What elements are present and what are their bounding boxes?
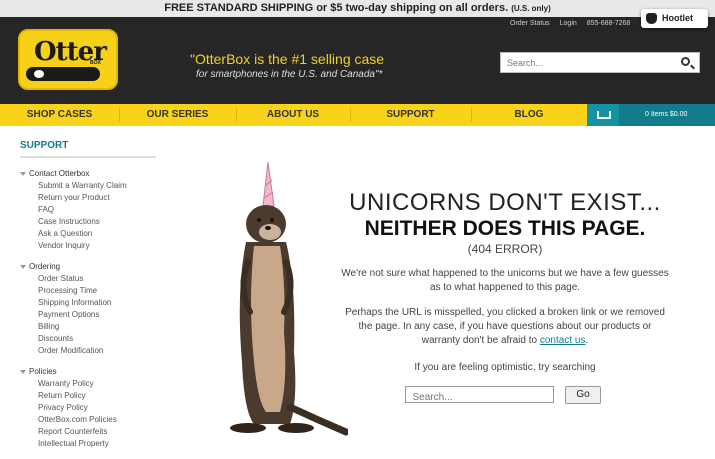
sidebar-item-report-counterfeits[interactable]: Report Counterfeits — [20, 426, 127, 438]
error-heading-page: NEITHER DOES THIS PAGE. — [364, 217, 646, 240]
cart-button[interactable]: 0 Items $0.00 — [587, 104, 715, 126]
sidebar-item-billing[interactable]: Billing — [20, 321, 127, 333]
sidebar-group-policies: Policies Warranty Policy Return Policy P… — [20, 366, 127, 450]
sidebar-divider — [20, 156, 156, 158]
sidebar-item-vendor-inquiry[interactable]: Vendor Inquiry — [20, 240, 127, 252]
error-paragraph-2-text: Perhaps the URL is misspelled, you click… — [345, 307, 665, 346]
login-link[interactable]: Login — [560, 20, 577, 27]
logo-box-text: BOX — [90, 60, 101, 66]
phone-number: 855-688-7268 — [586, 20, 631, 27]
hootlet-button[interactable]: Hootlet — [641, 9, 708, 28]
error-paragraph-2-end: . — [585, 335, 589, 346]
sidebar-item-order-status[interactable]: Order Status — [20, 273, 127, 285]
tagline: "OtterBox is the #1 selling case for sma… — [190, 51, 384, 80]
sidebar-group-contact: Contact Otterbox Submit a Warranty Claim… — [20, 168, 127, 252]
error-search-row: Go — [405, 386, 605, 405]
nav-shop-cases[interactable]: SHOP CASES — [0, 104, 119, 126]
contact-us-link[interactable]: contact us — [540, 335, 586, 346]
order-status-link[interactable]: Order Status — [510, 20, 550, 27]
sidebar-group-title[interactable]: Ordering — [20, 261, 127, 273]
owl-icon — [646, 13, 657, 24]
otterbox-logo[interactable]: Otter BOX — [18, 29, 118, 90]
hootlet-label: Hootlet — [662, 13, 693, 23]
tagline-sub: for smartphones in the U.S. and Canada"* — [196, 69, 383, 80]
sidebar-item-warranty-policy[interactable]: Warranty Policy — [20, 378, 127, 390]
sidebar-title: SUPPORT — [20, 140, 69, 151]
sidebar-item-payment-options[interactable]: Payment Options — [20, 309, 127, 321]
cart-icon — [587, 104, 619, 126]
utility-links: Order Status Login 855-688-7268 — [510, 20, 638, 27]
error-heading-unicorns: UNICORNS DON'T EXIST... — [349, 189, 661, 216]
error-paragraph-2: Perhaps the URL is misspelled, you click… — [340, 306, 670, 348]
header-search — [500, 52, 700, 73]
sidebar-item-ask-question[interactable]: Ask a Question — [20, 228, 127, 240]
error-search-box — [405, 386, 554, 405]
search-icon[interactable] — [681, 57, 690, 66]
error-search-input[interactable] — [409, 390, 550, 405]
nav-our-series[interactable]: OUR SERIES — [119, 104, 236, 126]
sidebar-item-shipping-info[interactable]: Shipping Information — [20, 297, 127, 309]
sidebar-item-case-instructions[interactable]: Case Instructions — [20, 216, 127, 228]
sidebar-group-title[interactable]: Contact Otterbox — [20, 168, 127, 180]
sidebar-item-order-modification[interactable]: Order Modification — [20, 345, 127, 357]
try-searching-text: If you are feeling optimistic, try searc… — [414, 362, 596, 373]
promo-note: (U.S. only) — [511, 4, 551, 13]
nav-support[interactable]: SUPPORT — [350, 104, 471, 126]
sidebar-group-ordering: Ordering Order Status Processing Time Sh… — [20, 261, 127, 357]
tagline-main: "OtterBox is the #1 selling case — [190, 51, 385, 67]
go-button[interactable]: Go — [565, 386, 601, 404]
cart-summary: 0 Items $0.00 — [645, 111, 688, 118]
otter-logo-icon — [26, 67, 100, 81]
nav-about-us[interactable]: ABOUT US — [236, 104, 350, 126]
sidebar-item-return-product[interactable]: Return your Product — [20, 192, 127, 204]
error-code: (404 ERROR) — [467, 242, 543, 256]
sidebar-item-privacy-policy[interactable]: Privacy Policy — [20, 402, 127, 414]
nav-blog[interactable]: BLOG — [471, 104, 587, 126]
error-message-block: UNICORNS DON'T EXIST... NEITHER DOES THI… — [340, 188, 670, 405]
sidebar-group-title[interactable]: Policies — [20, 366, 127, 378]
header-search-input[interactable] — [501, 53, 671, 73]
sidebar-item-discounts[interactable]: Discounts — [20, 333, 127, 345]
sidebar-item-warranty-claim[interactable]: Submit a Warranty Claim — [20, 180, 127, 192]
shipping-promo-bar: FREE STANDARD SHIPPING or $5 two-day shi… — [0, 0, 715, 17]
site-header: Otter BOX "OtterBox is the #1 selling ca… — [0, 17, 715, 104]
promo-text: FREE STANDARD SHIPPING or $5 two-day shi… — [164, 2, 509, 14]
sidebar-item-return-policy[interactable]: Return Policy — [20, 390, 127, 402]
sidebar-item-faq[interactable]: FAQ — [20, 204, 127, 216]
sidebar-item-site-policies[interactable]: OtterBox.com Policies — [20, 414, 127, 426]
sidebar-item-processing-time[interactable]: Processing Time — [20, 285, 127, 297]
sidebar-item-intellectual-property[interactable]: Intellectual Property — [20, 438, 127, 450]
support-sidebar: Contact Otterbox Submit a Warranty Claim… — [20, 168, 127, 459]
unicorn-otter-illustration — [230, 162, 348, 436]
error-paragraph-1: We're not sure what happened to the unic… — [341, 268, 669, 293]
